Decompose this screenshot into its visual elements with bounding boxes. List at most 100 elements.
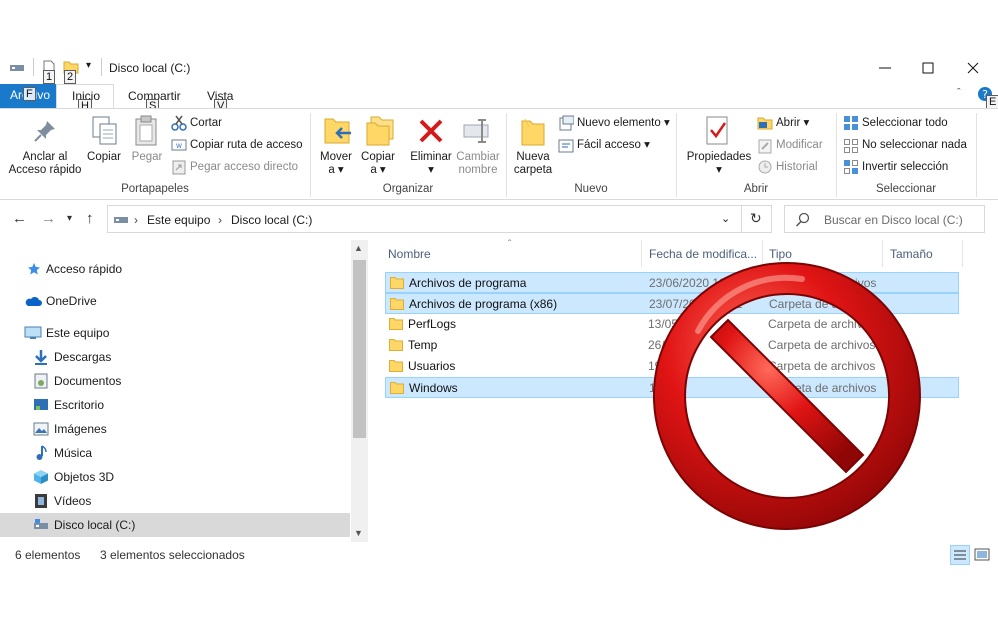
group-label-organize: Organizar bbox=[382, 183, 434, 195]
select-none-icon bbox=[844, 139, 858, 153]
pin-label-2: Acceso rápido bbox=[8, 164, 82, 176]
select-none-button[interactable]: No seleccionar nada bbox=[862, 138, 967, 152]
computer-icon bbox=[114, 217, 128, 223]
divider bbox=[741, 206, 742, 232]
copy-to-icon bbox=[366, 116, 394, 146]
move-to-button[interactable]: Mover a ▾ bbox=[316, 151, 356, 177]
delete-button[interactable]: Eliminar ▾ bbox=[405, 151, 457, 177]
chevron-up-icon[interactable]: ˆ bbox=[957, 87, 961, 99]
star-icon bbox=[28, 263, 40, 275]
properties-label-2: ▾ bbox=[716, 164, 722, 176]
status-bar: 6 elementos 3 elementos seleccionados bbox=[0, 542, 998, 568]
minimize-icon[interactable] bbox=[875, 58, 895, 78]
column-header-name[interactable]: Nombre bbox=[388, 247, 431, 261]
nav-item-onedrive[interactable]: OneDrive bbox=[0, 289, 350, 313]
ribbon: Anclar al Acceso rápido Copiar Pegar Cor… bbox=[0, 108, 998, 200]
breadcrumb-local-disk[interactable]: Disco local (C:) bbox=[231, 213, 312, 227]
prohibited-sign-icon bbox=[652, 262, 921, 530]
back-icon[interactable]: ← bbox=[12, 210, 27, 227]
scroll-up-icon[interactable]: ▲ bbox=[354, 243, 363, 253]
new-folder-label-2: carpeta bbox=[513, 164, 553, 176]
breadcrumb-separator: › bbox=[134, 213, 138, 227]
address-bar[interactable]: › Este equipo › Disco local (C:) ⌄ ↻ bbox=[107, 205, 772, 233]
chevron-down-icon[interactable]: ▾ bbox=[86, 60, 91, 71]
invert-selection-button[interactable]: Invertir selección bbox=[862, 160, 948, 174]
copy-to-label-2: a ▾ bbox=[370, 164, 386, 176]
paste-button[interactable]: Pegar bbox=[127, 151, 167, 164]
column-divider[interactable] bbox=[962, 240, 963, 267]
recent-locations-icon[interactable]: ▾ bbox=[67, 213, 72, 224]
close-icon[interactable] bbox=[963, 58, 983, 78]
edit-button[interactable]: Modificar bbox=[776, 138, 823, 152]
copy-path-button[interactable]: Copiar ruta de acceso bbox=[190, 138, 303, 152]
scroll-thumb[interactable] bbox=[353, 260, 366, 438]
group-label-select: Seleccionar bbox=[875, 183, 937, 195]
nav-label: OneDrive bbox=[46, 294, 97, 308]
folder-icon bbox=[389, 318, 403, 330]
properties-button[interactable]: Propiedades ▾ bbox=[683, 151, 755, 177]
pin-quick-access-button[interactable]: Anclar al Acceso rápido bbox=[4, 151, 86, 177]
copy-button[interactable]: Copiar bbox=[84, 151, 124, 164]
pin-icon bbox=[34, 121, 55, 142]
video-icon bbox=[35, 494, 47, 508]
column-header-date[interactable]: Fecha de modifica... bbox=[649, 247, 757, 261]
rename-button[interactable]: Cambiar nombre bbox=[452, 151, 504, 177]
nav-item-videos[interactable]: Vídeos bbox=[0, 489, 350, 513]
folder-icon bbox=[390, 277, 404, 289]
nav-label: Escritorio bbox=[54, 398, 105, 412]
select-all-button[interactable]: Seleccionar todo bbox=[862, 116, 948, 130]
open-button[interactable]: Abrir ▾ bbox=[776, 116, 809, 130]
nav-item-pictures[interactable]: Imágenes bbox=[0, 417, 350, 441]
properties-icon[interactable] bbox=[9, 60, 25, 74]
copy-to-button[interactable]: Copiar a ▾ bbox=[358, 151, 398, 177]
title-bar: 1 2 ▾ Disco local (C:) bbox=[0, 50, 998, 84]
history-button[interactable]: Historial bbox=[776, 160, 818, 174]
scroll-down-icon[interactable]: ▼ bbox=[354, 528, 363, 538]
easy-access-button[interactable]: Fácil acceso ▾ bbox=[577, 138, 650, 152]
details-view-icon[interactable] bbox=[950, 545, 970, 565]
forward-icon[interactable]: → bbox=[41, 210, 56, 227]
large-icons-view-icon[interactable] bbox=[974, 547, 990, 563]
nav-item-3d-objects[interactable]: Objetos 3D bbox=[0, 465, 350, 489]
pictures-icon bbox=[33, 422, 49, 436]
column-header-type[interactable]: Tipo bbox=[769, 247, 792, 261]
music-icon bbox=[36, 445, 47, 460]
nav-scrollbar[interactable]: ▲ ▼ bbox=[351, 240, 368, 542]
nav-item-documents[interactable]: Documentos bbox=[0, 369, 350, 393]
nav-item-music[interactable]: Música bbox=[0, 441, 350, 465]
keytip-file: F bbox=[23, 87, 36, 101]
rename-label-1: Cambiar bbox=[456, 151, 500, 163]
delete-label-1: Eliminar bbox=[410, 151, 452, 163]
nav-item-desktop[interactable]: Escritorio bbox=[0, 393, 350, 417]
new-folder-button[interactable]: Nueva carpeta bbox=[510, 151, 556, 177]
file-name: Archivos de programa bbox=[409, 276, 527, 290]
paste-shortcut-icon bbox=[172, 160, 186, 175]
refresh-icon[interactable]: ↻ bbox=[750, 210, 762, 227]
nav-item-quick-access[interactable]: Acceso rápido bbox=[0, 257, 350, 281]
rename-icon bbox=[463, 119, 489, 143]
cut-button[interactable]: Cortar bbox=[190, 116, 222, 130]
nav-item-local-disk[interactable]: Disco local (C:) bbox=[0, 513, 350, 537]
search-box[interactable]: Buscar en Disco local (C:) bbox=[784, 205, 985, 233]
open-icon bbox=[757, 117, 773, 130]
up-icon[interactable]: ↑ bbox=[86, 210, 94, 227]
nav-item-downloads[interactable]: Descargas bbox=[0, 345, 350, 369]
keytip-qa1: 1 bbox=[43, 70, 56, 84]
sort-ascending-icon: ˆ bbox=[508, 239, 512, 250]
item-count: 6 elementos bbox=[15, 548, 81, 562]
nav-label: Vídeos bbox=[54, 494, 92, 508]
column-divider[interactable] bbox=[641, 240, 642, 267]
chevron-down-icon[interactable]: ⌄ bbox=[721, 212, 730, 225]
nav-item-this-pc[interactable]: Este equipo bbox=[0, 321, 350, 345]
paste-shortcut-button[interactable]: Pegar acceso directo bbox=[190, 160, 298, 174]
desktop-icon bbox=[34, 399, 48, 410]
breadcrumb-this-pc[interactable]: Este equipo bbox=[147, 213, 210, 227]
new-folder-icon bbox=[521, 118, 545, 146]
search-input[interactable]: Buscar en Disco local (C:) bbox=[824, 213, 963, 227]
maximize-icon[interactable] bbox=[918, 58, 938, 78]
copy-icon bbox=[92, 116, 117, 145]
column-header-size[interactable]: Tamaño bbox=[890, 247, 933, 261]
delete-label-2: ▾ bbox=[428, 164, 434, 176]
new-item-button[interactable]: Nuevo elemento ▾ bbox=[577, 116, 670, 130]
divider bbox=[33, 58, 34, 76]
